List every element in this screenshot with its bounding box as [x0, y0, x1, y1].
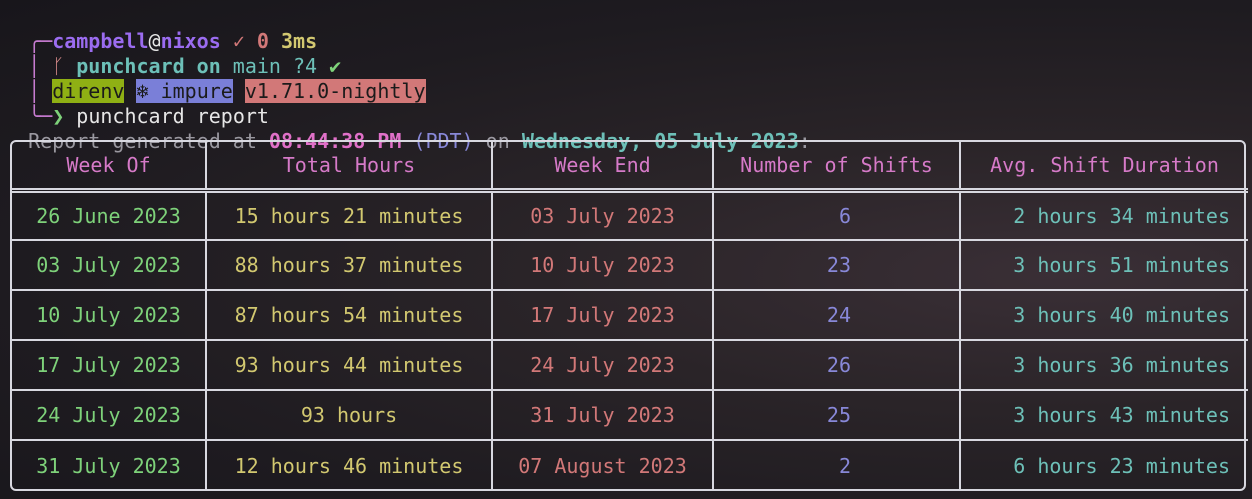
- cell-avg-shift-duration: 3 hours 36 minutes: [959, 339, 1248, 391]
- cell-number-of-shifts: 6: [712, 189, 961, 241]
- cell-total-hours: 93 hours 44 minutes: [205, 339, 493, 391]
- cell-number-of-shifts: 25: [712, 389, 961, 441]
- table-row: 03 July 2023 88 hours 37 minutes 10 July…: [12, 239, 1248, 291]
- cell-week-end: 31 July 2023: [491, 389, 714, 441]
- cell-week-of: 03 July 2023: [12, 239, 207, 291]
- cell-week-end: 24 July 2023: [491, 339, 714, 391]
- prompt-line-4: ╰─❯ punchcard report: [4, 79, 269, 128]
- cell-week-of: 17 July 2023: [12, 339, 207, 391]
- header-number-of-shifts: Number of Shifts: [712, 142, 961, 193]
- cell-number-of-shifts: 2: [712, 439, 961, 490]
- header-week-end: Week End: [491, 142, 714, 193]
- prompt-line-2: │ ᚴ punchcard on main ?4 ✔: [4, 29, 341, 78]
- cell-week-end: 17 July 2023: [491, 289, 714, 341]
- cell-week-of: 24 July 2023: [12, 389, 207, 441]
- table-row: 26 June 2023 15 hours 21 minutes 03 July…: [12, 189, 1248, 241]
- cell-number-of-shifts: 26: [712, 339, 961, 391]
- cell-week-end: 03 July 2023: [491, 189, 714, 241]
- prompt-line-1: ╭─campbell@nixos ✓ 0 3ms: [4, 4, 317, 53]
- cell-avg-shift-duration: 3 hours 43 minutes: [959, 389, 1248, 441]
- cell-week-of: 10 July 2023: [12, 289, 207, 341]
- table-row: 31 July 2023 12 hours 46 minutes 07 Augu…: [12, 439, 1248, 490]
- table-row: 24 July 2023 93 hours 31 July 2023 25 3 …: [12, 389, 1248, 441]
- cell-number-of-shifts: 24: [712, 289, 961, 341]
- cell-week-of: 31 July 2023: [12, 439, 207, 490]
- report-line: Report generated at 08:44:38 PM (PDT) on…: [4, 104, 811, 153]
- version-tag: v1.71.0-nightly: [244, 79, 426, 103]
- header-total-hours: Total Hours: [205, 142, 493, 193]
- report-table-frame: Week Of Total Hours Week End Number of S…: [10, 140, 1248, 491]
- cell-week-end: 10 July 2023: [491, 239, 714, 291]
- cell-week-end: 07 August 2023: [491, 439, 714, 490]
- cell-week-of: 26 June 2023: [12, 189, 207, 241]
- header-avg-shift-duration: Avg. Shift Duration: [959, 142, 1248, 193]
- cell-avg-shift-duration: 6 hours 23 minutes: [959, 439, 1248, 490]
- cell-avg-shift-duration: 3 hours 51 minutes: [959, 239, 1248, 291]
- cell-total-hours: 87 hours 54 minutes: [205, 289, 493, 341]
- header-week-of: Week Of: [12, 142, 207, 193]
- prompt-line-3: │ direnv ❄ impure v1.71.0-nightly: [4, 54, 426, 103]
- cell-avg-shift-duration: 3 hours 40 minutes: [959, 289, 1248, 341]
- cell-avg-shift-duration: 2 hours 34 minutes: [959, 189, 1248, 241]
- table-header-row: Week Of Total Hours Week End Number of S…: [12, 142, 1248, 193]
- cell-number-of-shifts: 23: [712, 239, 961, 291]
- report-table: Week Of Total Hours Week End Number of S…: [12, 142, 1248, 490]
- table-row: 10 July 2023 87 hours 54 minutes 17 July…: [12, 289, 1248, 341]
- table-row: 17 July 2023 93 hours 44 minutes 24 July…: [12, 339, 1248, 391]
- cell-total-hours: 88 hours 37 minutes: [205, 239, 493, 291]
- cell-total-hours: 93 hours: [205, 389, 493, 441]
- cell-total-hours: 15 hours 21 minutes: [205, 189, 493, 241]
- cell-total-hours: 12 hours 46 minutes: [205, 439, 493, 490]
